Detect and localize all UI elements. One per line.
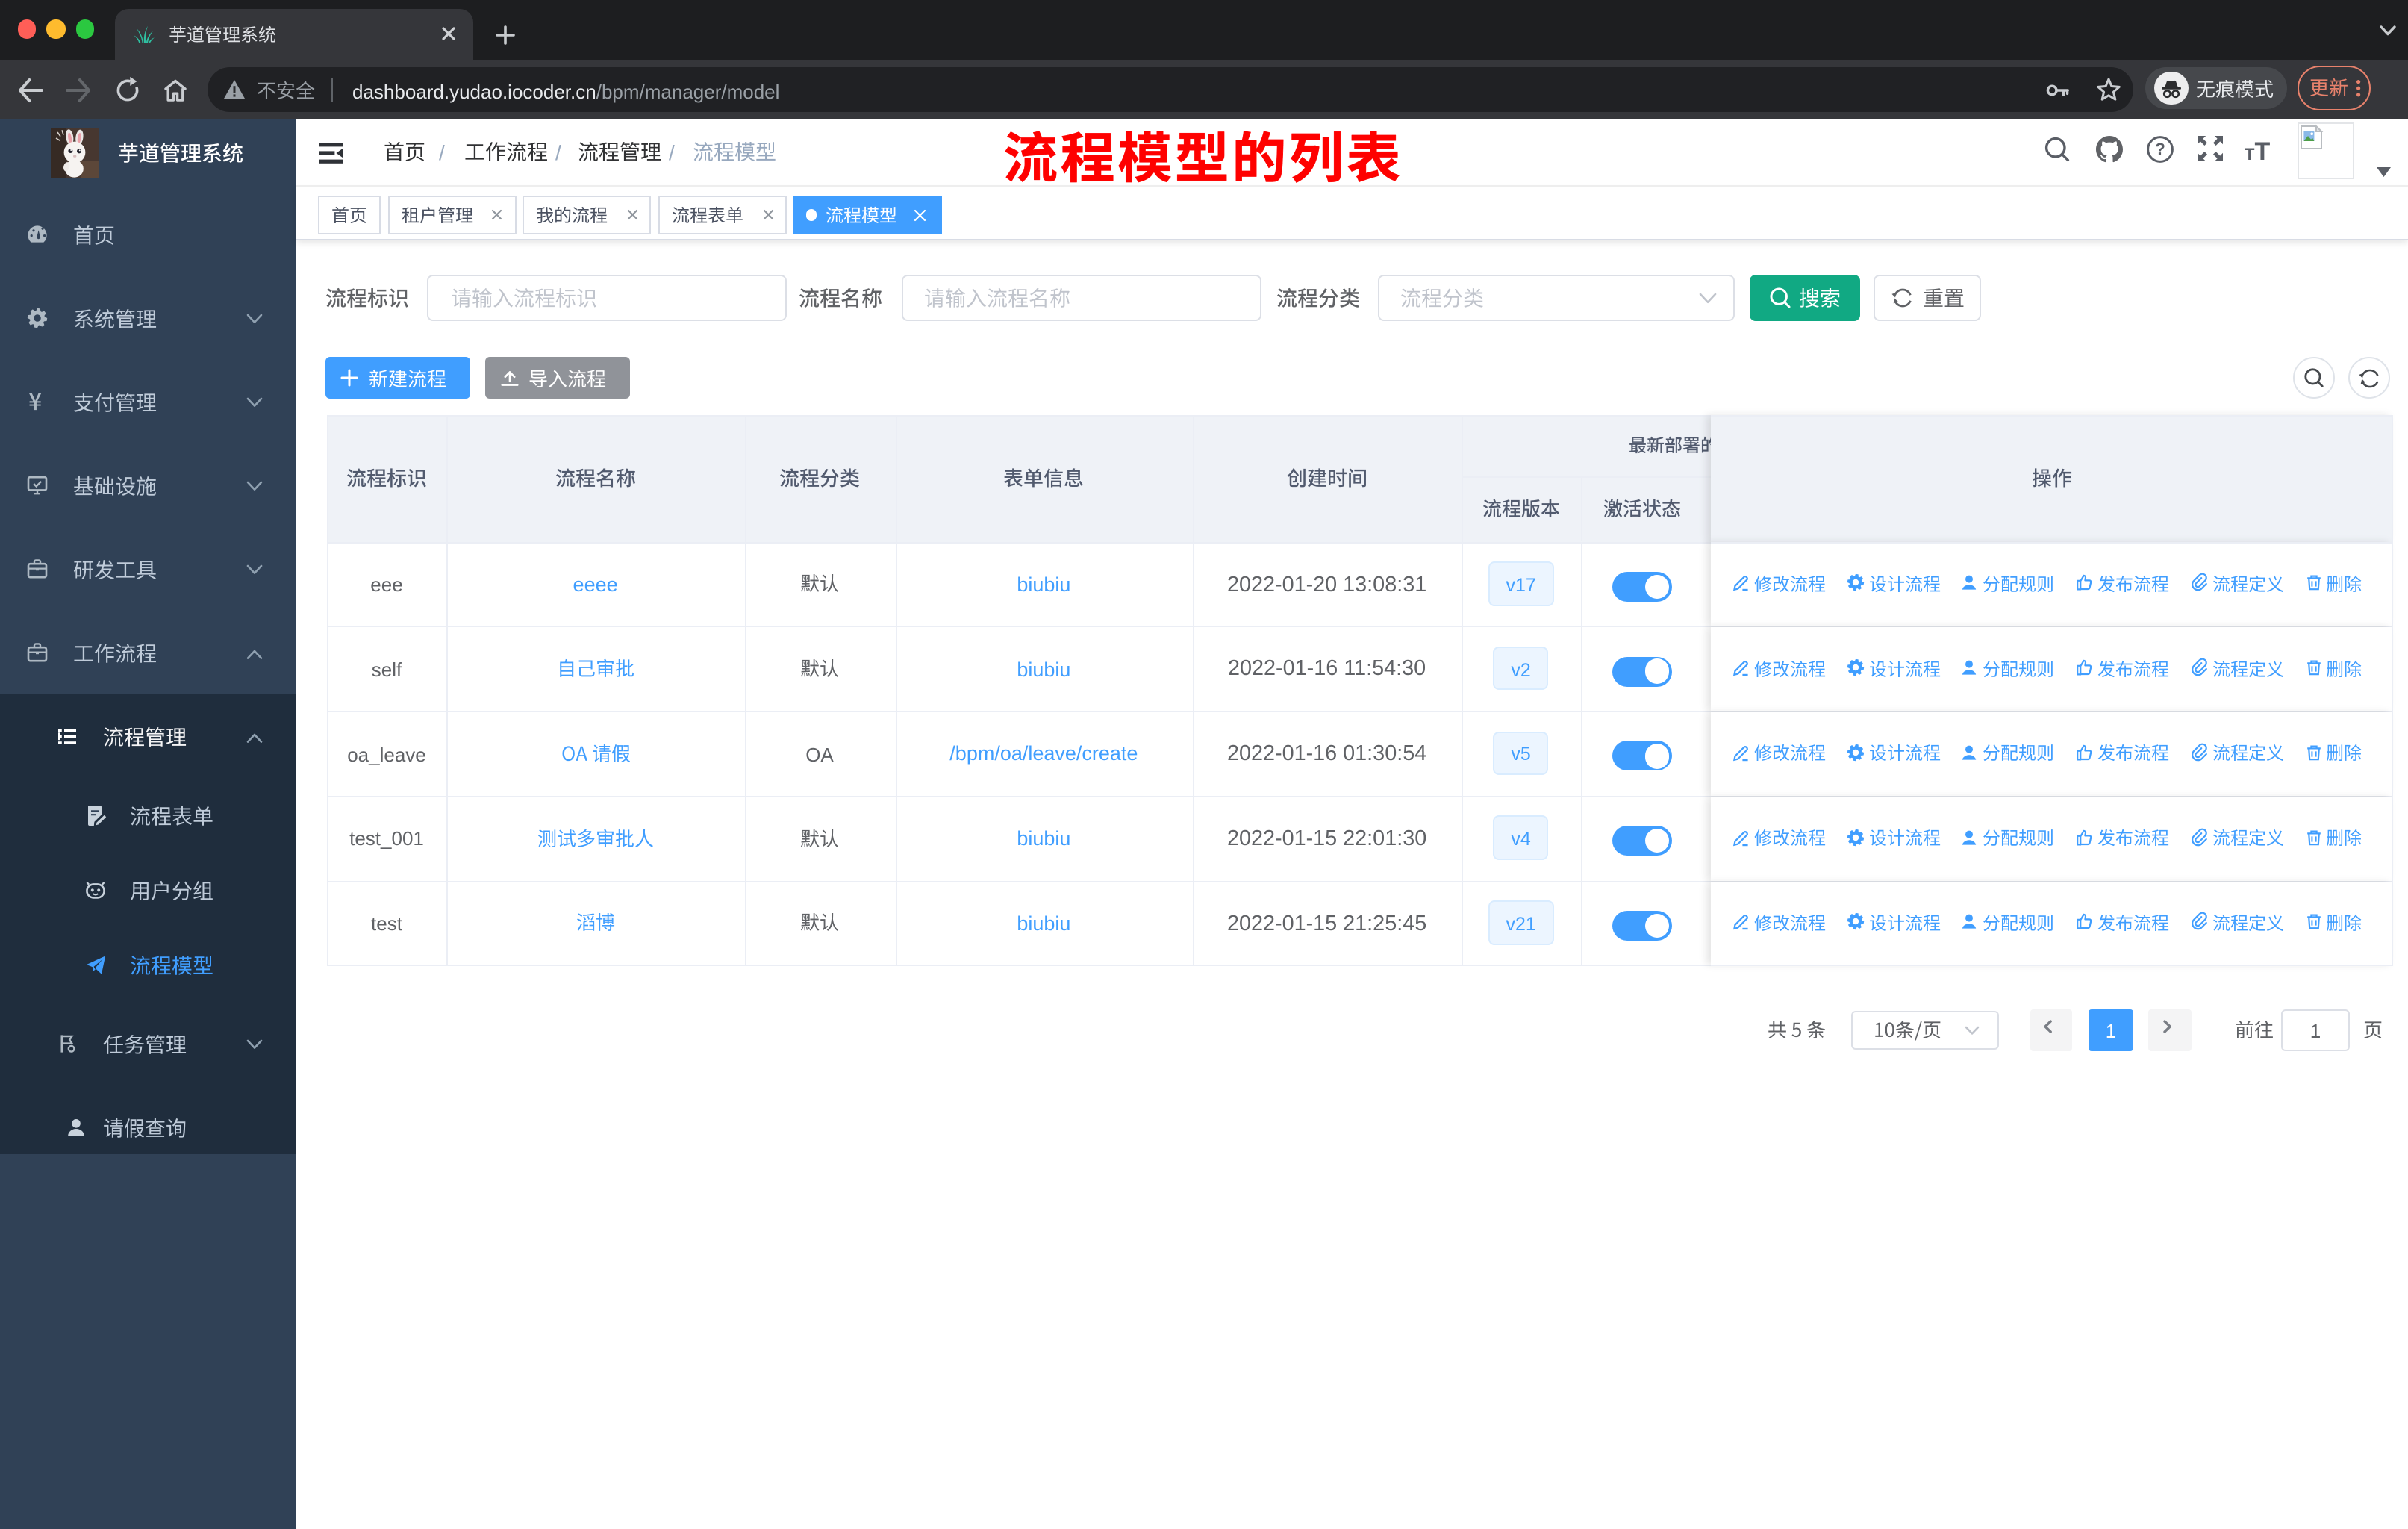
svg-text:?: ? — [2155, 139, 2165, 158]
